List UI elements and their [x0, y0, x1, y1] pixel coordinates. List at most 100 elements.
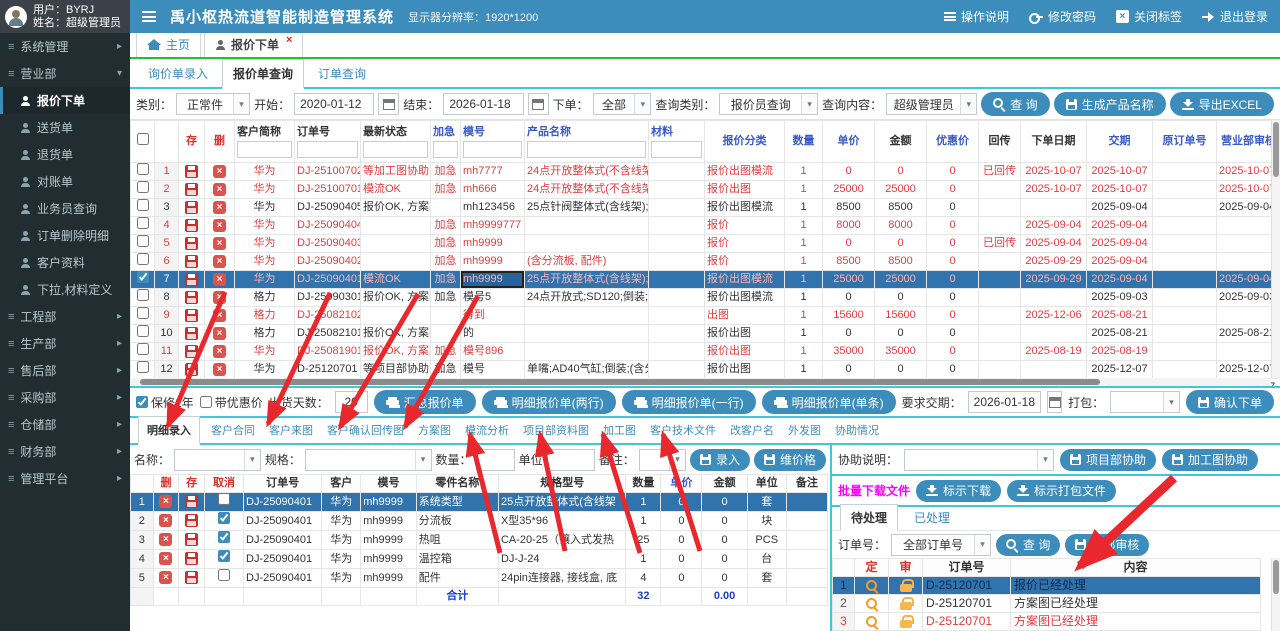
table-cell[interactable] — [1153, 343, 1217, 361]
table-cell[interactable]: 8000 — [823, 217, 875, 235]
content-cell[interactable]: 报价已经处理 — [1011, 577, 1261, 595]
entry-save-button[interactable]: 录入 — [690, 449, 750, 471]
sidebar-group-生产部[interactable]: ≡生产部▸ — [0, 330, 130, 357]
row-checkbox[interactable] — [137, 199, 149, 211]
table-cell[interactable] — [979, 361, 1021, 379]
table-cell[interactable] — [525, 307, 649, 325]
table-cell[interactable]: DJ-25090401 — [244, 531, 322, 550]
save-icon[interactable] — [185, 571, 198, 584]
table-cell[interactable] — [1153, 235, 1217, 253]
delete-icon[interactable]: × — [159, 552, 172, 565]
table-cell[interactable]: mh9999 — [461, 253, 525, 271]
table-cell[interactable]: 华为 — [322, 569, 361, 588]
table-cell[interactable]: 0 — [702, 550, 747, 569]
sidebar-group-管理平台[interactable]: ≡管理平台▸ — [0, 465, 130, 492]
table-cell[interactable]: 加急 — [431, 343, 461, 361]
detail-tab-项目部资料图[interactable]: 项目部资料图 — [520, 417, 592, 443]
detail-tab-加工图[interactable]: 加工图 — [600, 417, 639, 443]
entry-spec-select[interactable]: ▾ — [305, 449, 432, 471]
table-cell[interactable]: 报价出图模流 — [705, 163, 785, 181]
table-cell[interactable]: 报价出图 — [705, 343, 785, 361]
warranty-checkbox[interactable]: 保修1年 — [136, 394, 194, 411]
select-all-checkbox[interactable] — [137, 133, 149, 145]
table-row[interactable]: 4×DJ-25090401华为mh9999温控箱DJ-J-24100台 — [131, 550, 828, 569]
row-checkbox[interactable] — [137, 361, 149, 373]
table-cell[interactable]: 0 — [823, 289, 875, 307]
table-cell[interactable]: 0 — [927, 181, 979, 199]
table-cell[interactable]: DJ-25100702 — [295, 163, 361, 181]
table-cell[interactable] — [979, 199, 1021, 217]
table-cell[interactable]: 2025-09-29 — [1021, 271, 1087, 289]
table-cell[interactable]: 华为 — [322, 550, 361, 569]
column-filter-input[interactable] — [651, 141, 702, 158]
topmenu-退出登录[interactable]: 退出登录 — [1202, 8, 1268, 25]
table-cell[interactable]: mh9999 — [361, 512, 417, 531]
table-cell[interactable]: 已回传 — [979, 163, 1021, 181]
table-cell[interactable]: 报价出图 — [705, 325, 785, 343]
save-icon[interactable] — [185, 273, 198, 286]
row-checkbox[interactable] — [137, 271, 149, 283]
table-cell[interactable]: 1 — [785, 163, 823, 181]
table-cell[interactable] — [361, 307, 431, 325]
table-row[interactable]: 2D-25120701方案图已经处理 — [833, 595, 1261, 613]
table-cell[interactable]: DJ-25090404 — [295, 217, 361, 235]
sidebar-item-退货单[interactable]: 退货单 — [0, 141, 130, 168]
table-cell[interactable]: 0 — [823, 163, 875, 181]
table-cell[interactable]: DJ-25082101 — [295, 325, 361, 343]
save-icon[interactable] — [185, 183, 198, 196]
vertical-scrollbar[interactable] — [1271, 120, 1280, 378]
subtab-inquiry-entry[interactable]: 询价单录入 — [138, 60, 218, 87]
table-cell[interactable]: 25点针阀整体式(含线架);AD4 777 — [525, 199, 649, 217]
table-cell[interactable] — [649, 325, 705, 343]
discount-checkbox-input[interactable] — [200, 396, 212, 408]
table-cell[interactable] — [1021, 289, 1087, 307]
table-cell[interactable]: 25000 — [875, 271, 927, 289]
table-cell[interactable]: 报价 — [705, 235, 785, 253]
table-cell[interactable]: 1 — [785, 343, 823, 361]
table-row[interactable]: 3×DJ-25090401华为mh9999热咀CA-20-25（镶入式发热250… — [131, 531, 828, 550]
table-cell[interactable]: 模号 — [461, 361, 525, 379]
table-row[interactable]: 5×华为DJ-25090403加急mh9999报价1000已回传2025-09-… — [131, 235, 1280, 253]
column-filter-input[interactable] — [463, 141, 522, 158]
table-cell[interactable]: 0 — [823, 361, 875, 379]
table-cell[interactable]: 2025-10-07 — [1087, 163, 1153, 181]
delete-icon[interactable]: × — [213, 327, 226, 340]
tab-processed[interactable]: 已处理 — [904, 505, 960, 530]
start-calendar-button[interactable] — [378, 93, 399, 115]
table-cell[interactable]: 得到 — [461, 307, 525, 325]
table-cell[interactable] — [1153, 307, 1217, 325]
category-select[interactable]: 正常件▾ — [176, 93, 250, 115]
table-cell[interactable]: 1 — [785, 181, 823, 199]
table-cell[interactable]: 4 — [626, 569, 661, 588]
table-row[interactable]: 11×华为DJ-25081901报价OK, 方案图OK.加急模号896报价出图1… — [131, 343, 1280, 361]
table-cell[interactable]: mh123456 — [461, 199, 525, 217]
column-filter-input[interactable] — [363, 141, 428, 158]
table-cell[interactable]: 模号896 — [461, 343, 525, 361]
table-cell[interactable] — [525, 217, 649, 235]
table-cell[interactable]: 1 — [785, 307, 823, 325]
table-cell[interactable]: 1 — [626, 493, 661, 512]
table-cell[interactable]: 模号5 — [461, 289, 525, 307]
row-checkbox[interactable] — [137, 163, 149, 175]
table-cell[interactable]: 0 — [661, 512, 702, 531]
sidebar-item-送货单[interactable]: 送货单 — [0, 114, 130, 141]
table-cell[interactable] — [1153, 289, 1217, 307]
detail-tab-客户来图[interactable]: 客户来图 — [266, 417, 316, 443]
table-cell[interactable]: 35000 — [823, 343, 875, 361]
table-cell[interactable]: 25000 — [823, 271, 875, 289]
table-cell[interactable]: 25 — [626, 531, 661, 550]
tab-pending[interactable]: 待处理 — [840, 504, 898, 531]
table-cell[interactable] — [649, 307, 705, 325]
start-date-input[interactable]: 2020-01-12 — [294, 93, 374, 115]
table-cell[interactable] — [361, 253, 431, 271]
mark-download-button[interactable]: 标示下载 — [916, 480, 1001, 502]
detail-tab-改客户名[interactable]: 改客户名 — [727, 417, 777, 443]
detail-tab-外发图[interactable]: 外发图 — [785, 417, 824, 443]
column-filter-input[interactable] — [433, 141, 458, 158]
table-cell[interactable]: DJ-25090301 — [295, 289, 361, 307]
table-cell[interactable]: 模流OK — [361, 181, 431, 199]
sidebar-group-系统管理[interactable]: ≡系统管理▸ — [0, 33, 130, 60]
table-cell[interactable] — [1153, 361, 1217, 379]
horizontal-scrollbar[interactable] — [130, 378, 1271, 386]
table-cell[interactable] — [649, 271, 705, 289]
